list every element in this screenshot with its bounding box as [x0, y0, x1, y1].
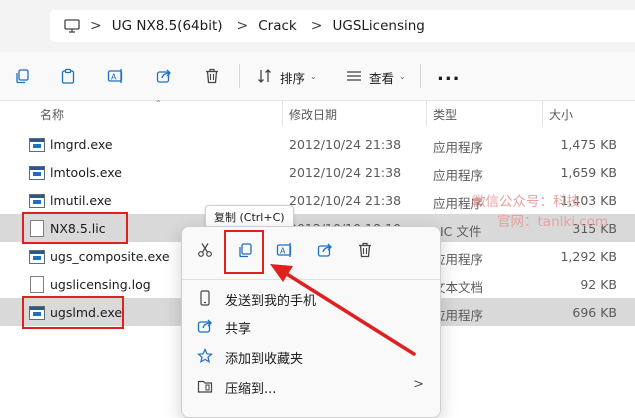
pointer-arrow [270, 264, 416, 356]
